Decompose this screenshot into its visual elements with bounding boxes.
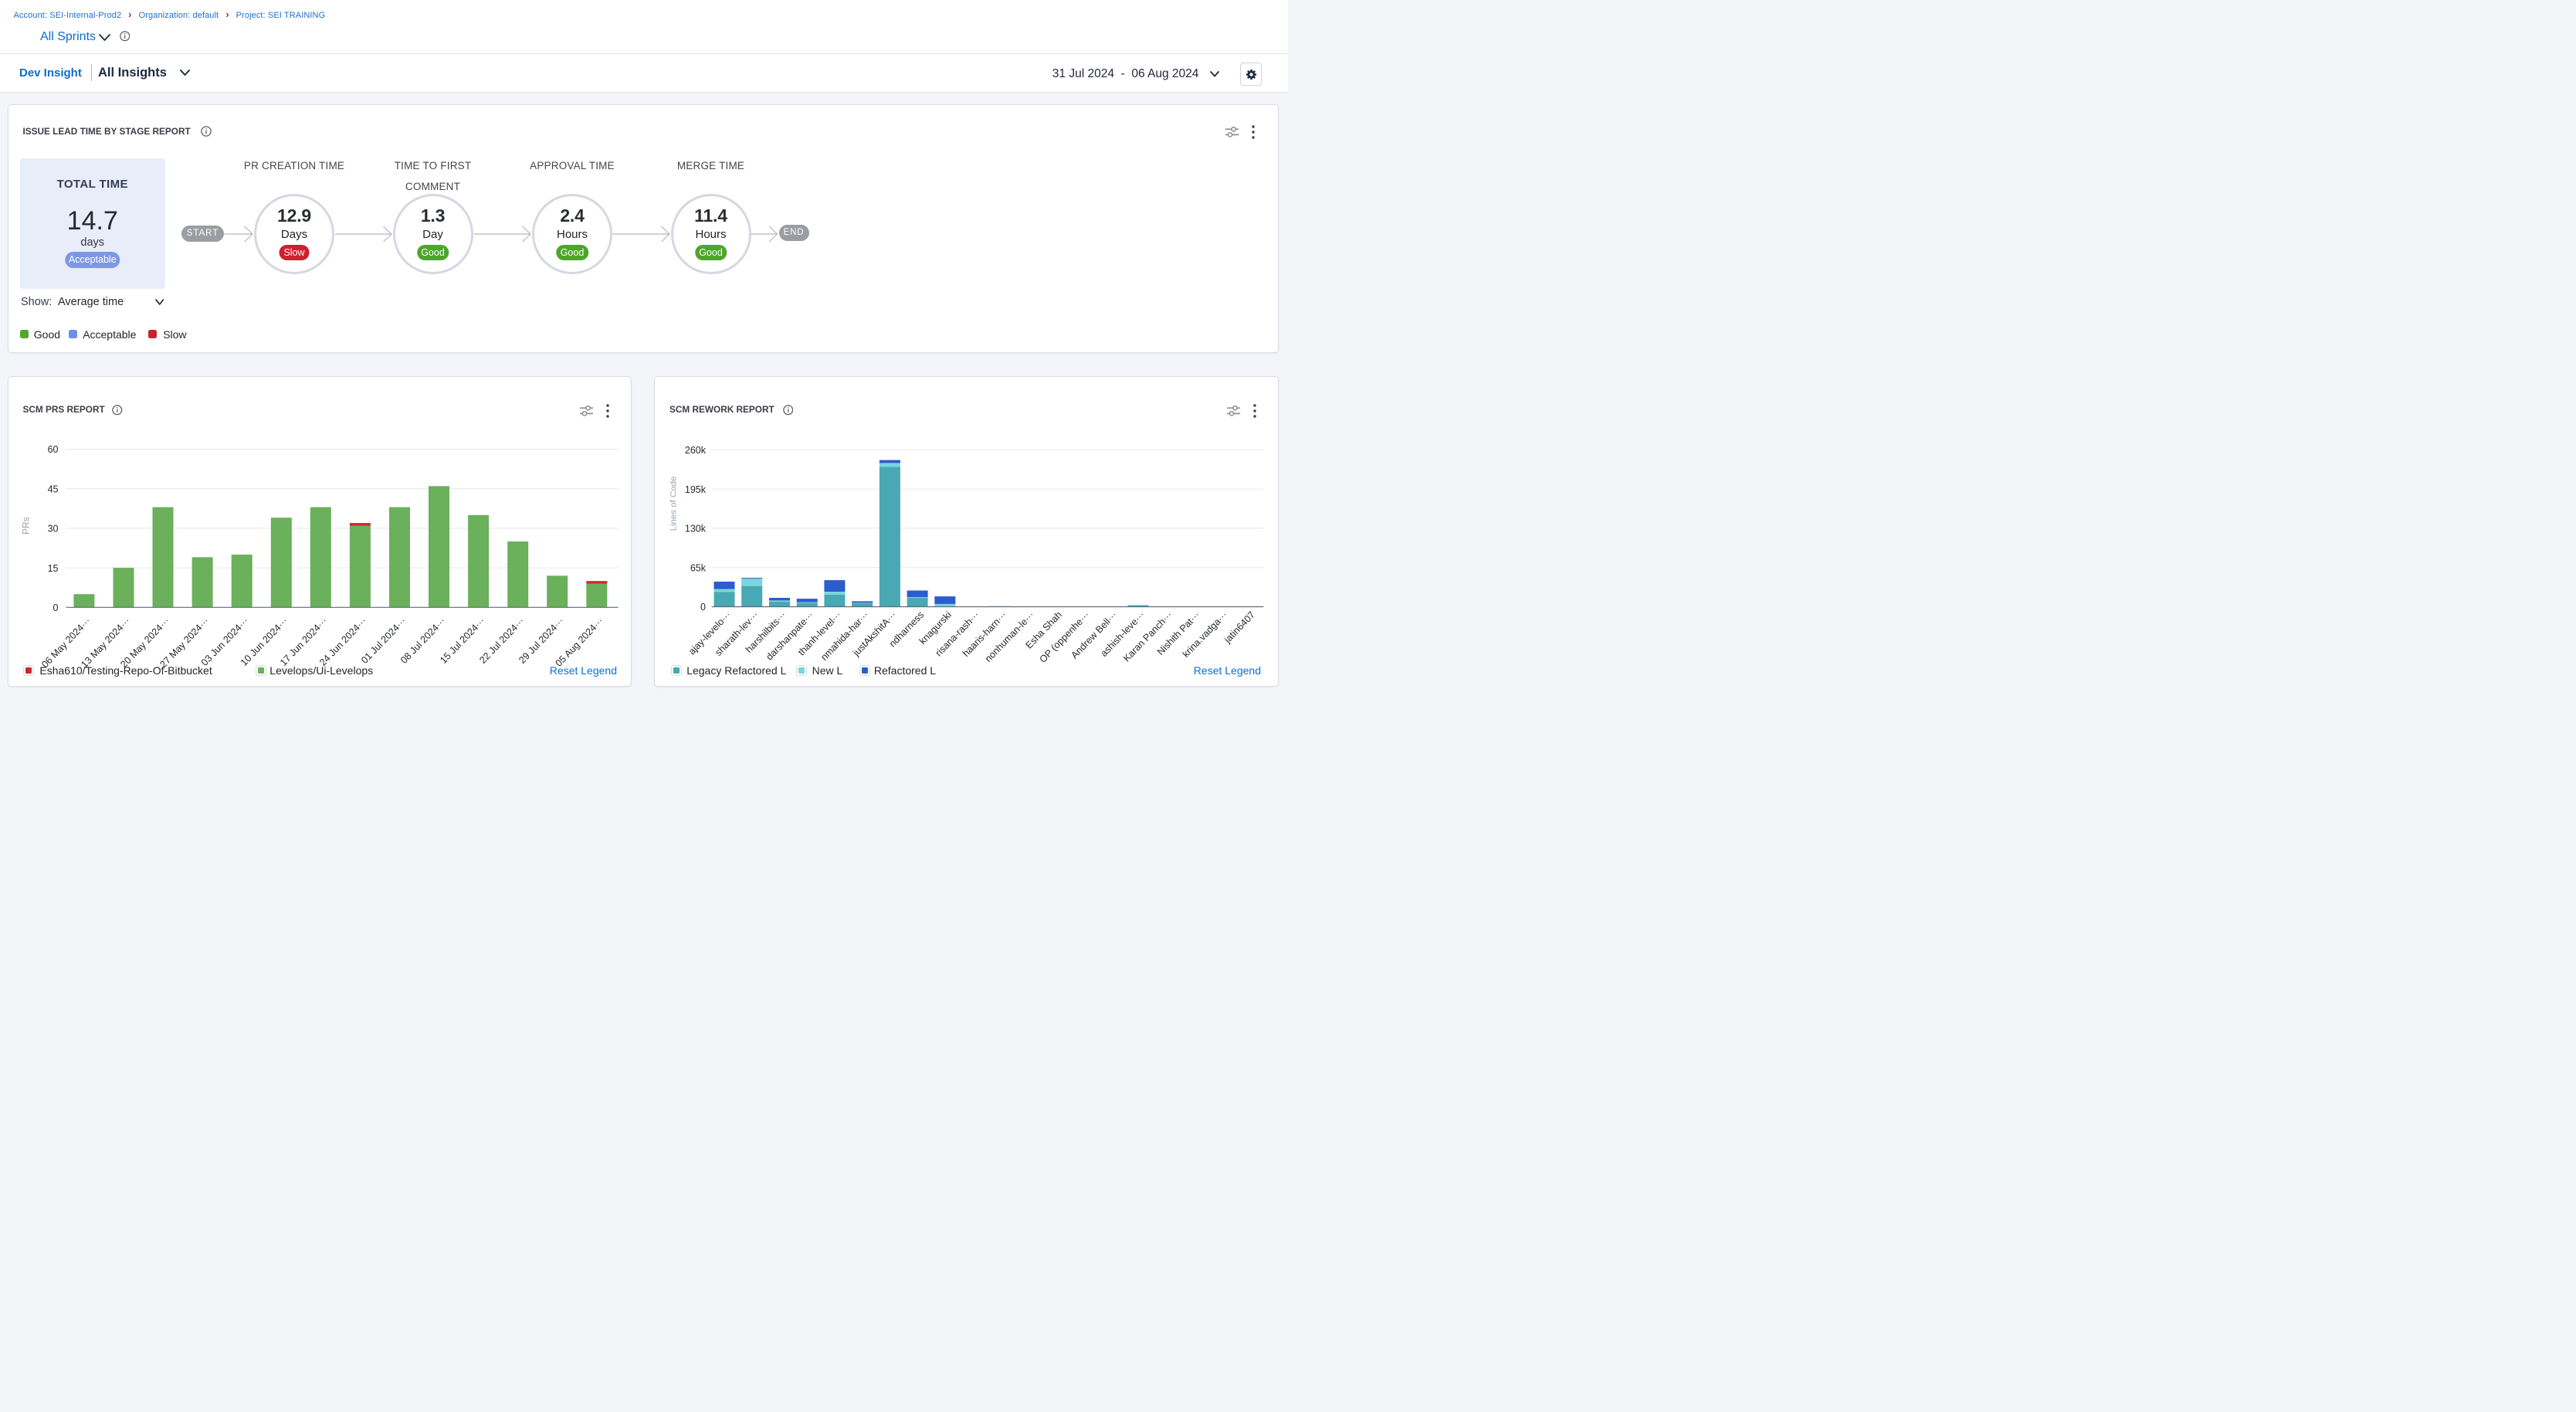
svg-text:130k: 130k: [685, 524, 707, 535]
svg-text:0: 0: [53, 602, 58, 613]
svg-text:45: 45: [47, 484, 58, 494]
svg-text:30: 30: [47, 524, 58, 535]
svg-text:Lines of Code: Lines of Code: [669, 477, 679, 531]
svg-text:65k: 65k: [690, 562, 707, 573]
svg-text:OP (oppenhe···: OP (oppenhe···: [1037, 609, 1091, 665]
svg-text:60: 60: [47, 444, 58, 455]
svg-text:nmahida-har···: nmahida-har···: [819, 609, 870, 663]
svg-text:0: 0: [700, 602, 706, 613]
svg-text:PRs: PRs: [20, 517, 31, 535]
svg-text:nonhuman-le···: nonhuman-le···: [983, 609, 1036, 664]
svg-text:195k: 195k: [685, 484, 707, 495]
svg-text:Karan Panch···: Karan Panch···: [1121, 609, 1174, 664]
svg-text:15: 15: [47, 563, 58, 574]
svg-text:260k: 260k: [685, 445, 707, 456]
